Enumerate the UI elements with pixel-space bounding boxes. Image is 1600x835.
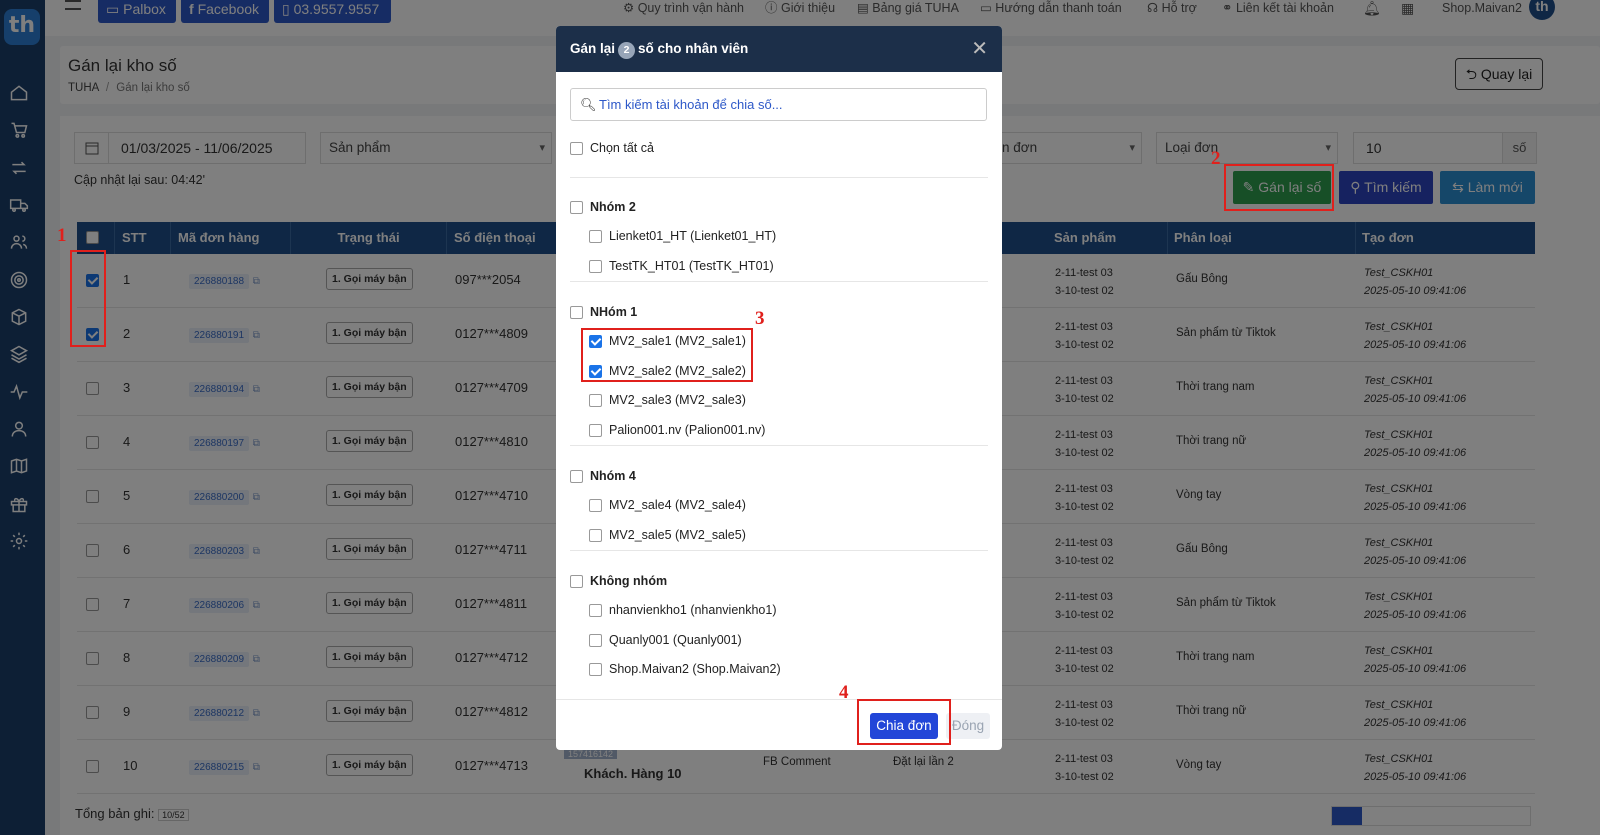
account-checkbox[interactable] [589, 528, 602, 542]
divider [570, 281, 988, 282]
account-option[interactable]: Shop.Maivan2 (Shop.Maivan2) [589, 662, 781, 676]
account-checkbox[interactable] [589, 498, 602, 512]
select-all-accounts[interactable]: Chọn tất cả [570, 141, 654, 155]
account-checkbox[interactable] [589, 229, 602, 243]
account-checkbox[interactable] [589, 633, 602, 647]
divider [570, 445, 988, 446]
account-checkbox[interactable] [589, 662, 602, 676]
search-icon: 🔍︎ [580, 97, 597, 112]
annotation-4: 4 [839, 682, 849, 703]
account-checkbox[interactable] [589, 603, 602, 617]
account-option[interactable]: nhanvienkho1 (nhanvienkho1) [589, 603, 777, 617]
highlight-reassign-button [1224, 164, 1334, 211]
account-option[interactable]: MV2_sale3 (MV2_sale3) [589, 393, 746, 407]
account-option[interactable]: TestTK_HT01 (TestTK_HT01) [589, 259, 774, 273]
group-checkbox[interactable] [570, 200, 583, 214]
account-checkbox[interactable] [589, 393, 602, 407]
group-checkbox[interactable] [570, 469, 583, 483]
select-all-checkbox[interactable] [570, 141, 583, 155]
close-button[interactable]: Đóng [946, 713, 990, 739]
account-checkbox[interactable] [589, 259, 602, 273]
annotation-2: 2 [1211, 148, 1221, 169]
account-group[interactable]: Không nhóm [570, 574, 667, 588]
account-group[interactable]: NHóm 1 [570, 305, 637, 319]
account-group[interactable]: Nhóm 2 [570, 200, 636, 214]
account-option[interactable]: Quanly001 (Quanly001) [589, 633, 742, 647]
annotation-3: 3 [755, 308, 765, 329]
highlight-row-checkboxes [70, 250, 106, 347]
account-option[interactable]: Lienket01_HT (Lienket01_HT) [589, 229, 776, 243]
account-option[interactable]: Palion001.nv (Palion001.nv) [589, 423, 765, 437]
group-checkbox[interactable] [570, 305, 583, 319]
modal-header: Gán lại 2 số cho nhân viên ✕ [556, 26, 1002, 72]
divider [570, 177, 988, 178]
account-group[interactable]: Nhóm 4 [570, 469, 636, 483]
reassign-modal: Gán lại 2 số cho nhân viên ✕ 🔍︎ Tìm kiếm t… [556, 26, 1002, 750]
highlight-selected-accounts [581, 328, 753, 382]
highlight-submit-button [857, 699, 951, 745]
annotation-1: 1 [57, 225, 67, 246]
account-search-input[interactable]: 🔍︎ Tìm kiếm tài khoản để chia số... [570, 88, 987, 121]
group-checkbox[interactable] [570, 574, 583, 588]
close-icon[interactable]: ✕ [971, 26, 988, 72]
account-checkbox[interactable] [589, 423, 602, 437]
count-badge: 2 [618, 42, 636, 59]
account-option[interactable]: MV2_sale5 (MV2_sale5) [589, 528, 746, 542]
divider [570, 550, 988, 551]
account-option[interactable]: MV2_sale4 (MV2_sale4) [589, 498, 746, 512]
